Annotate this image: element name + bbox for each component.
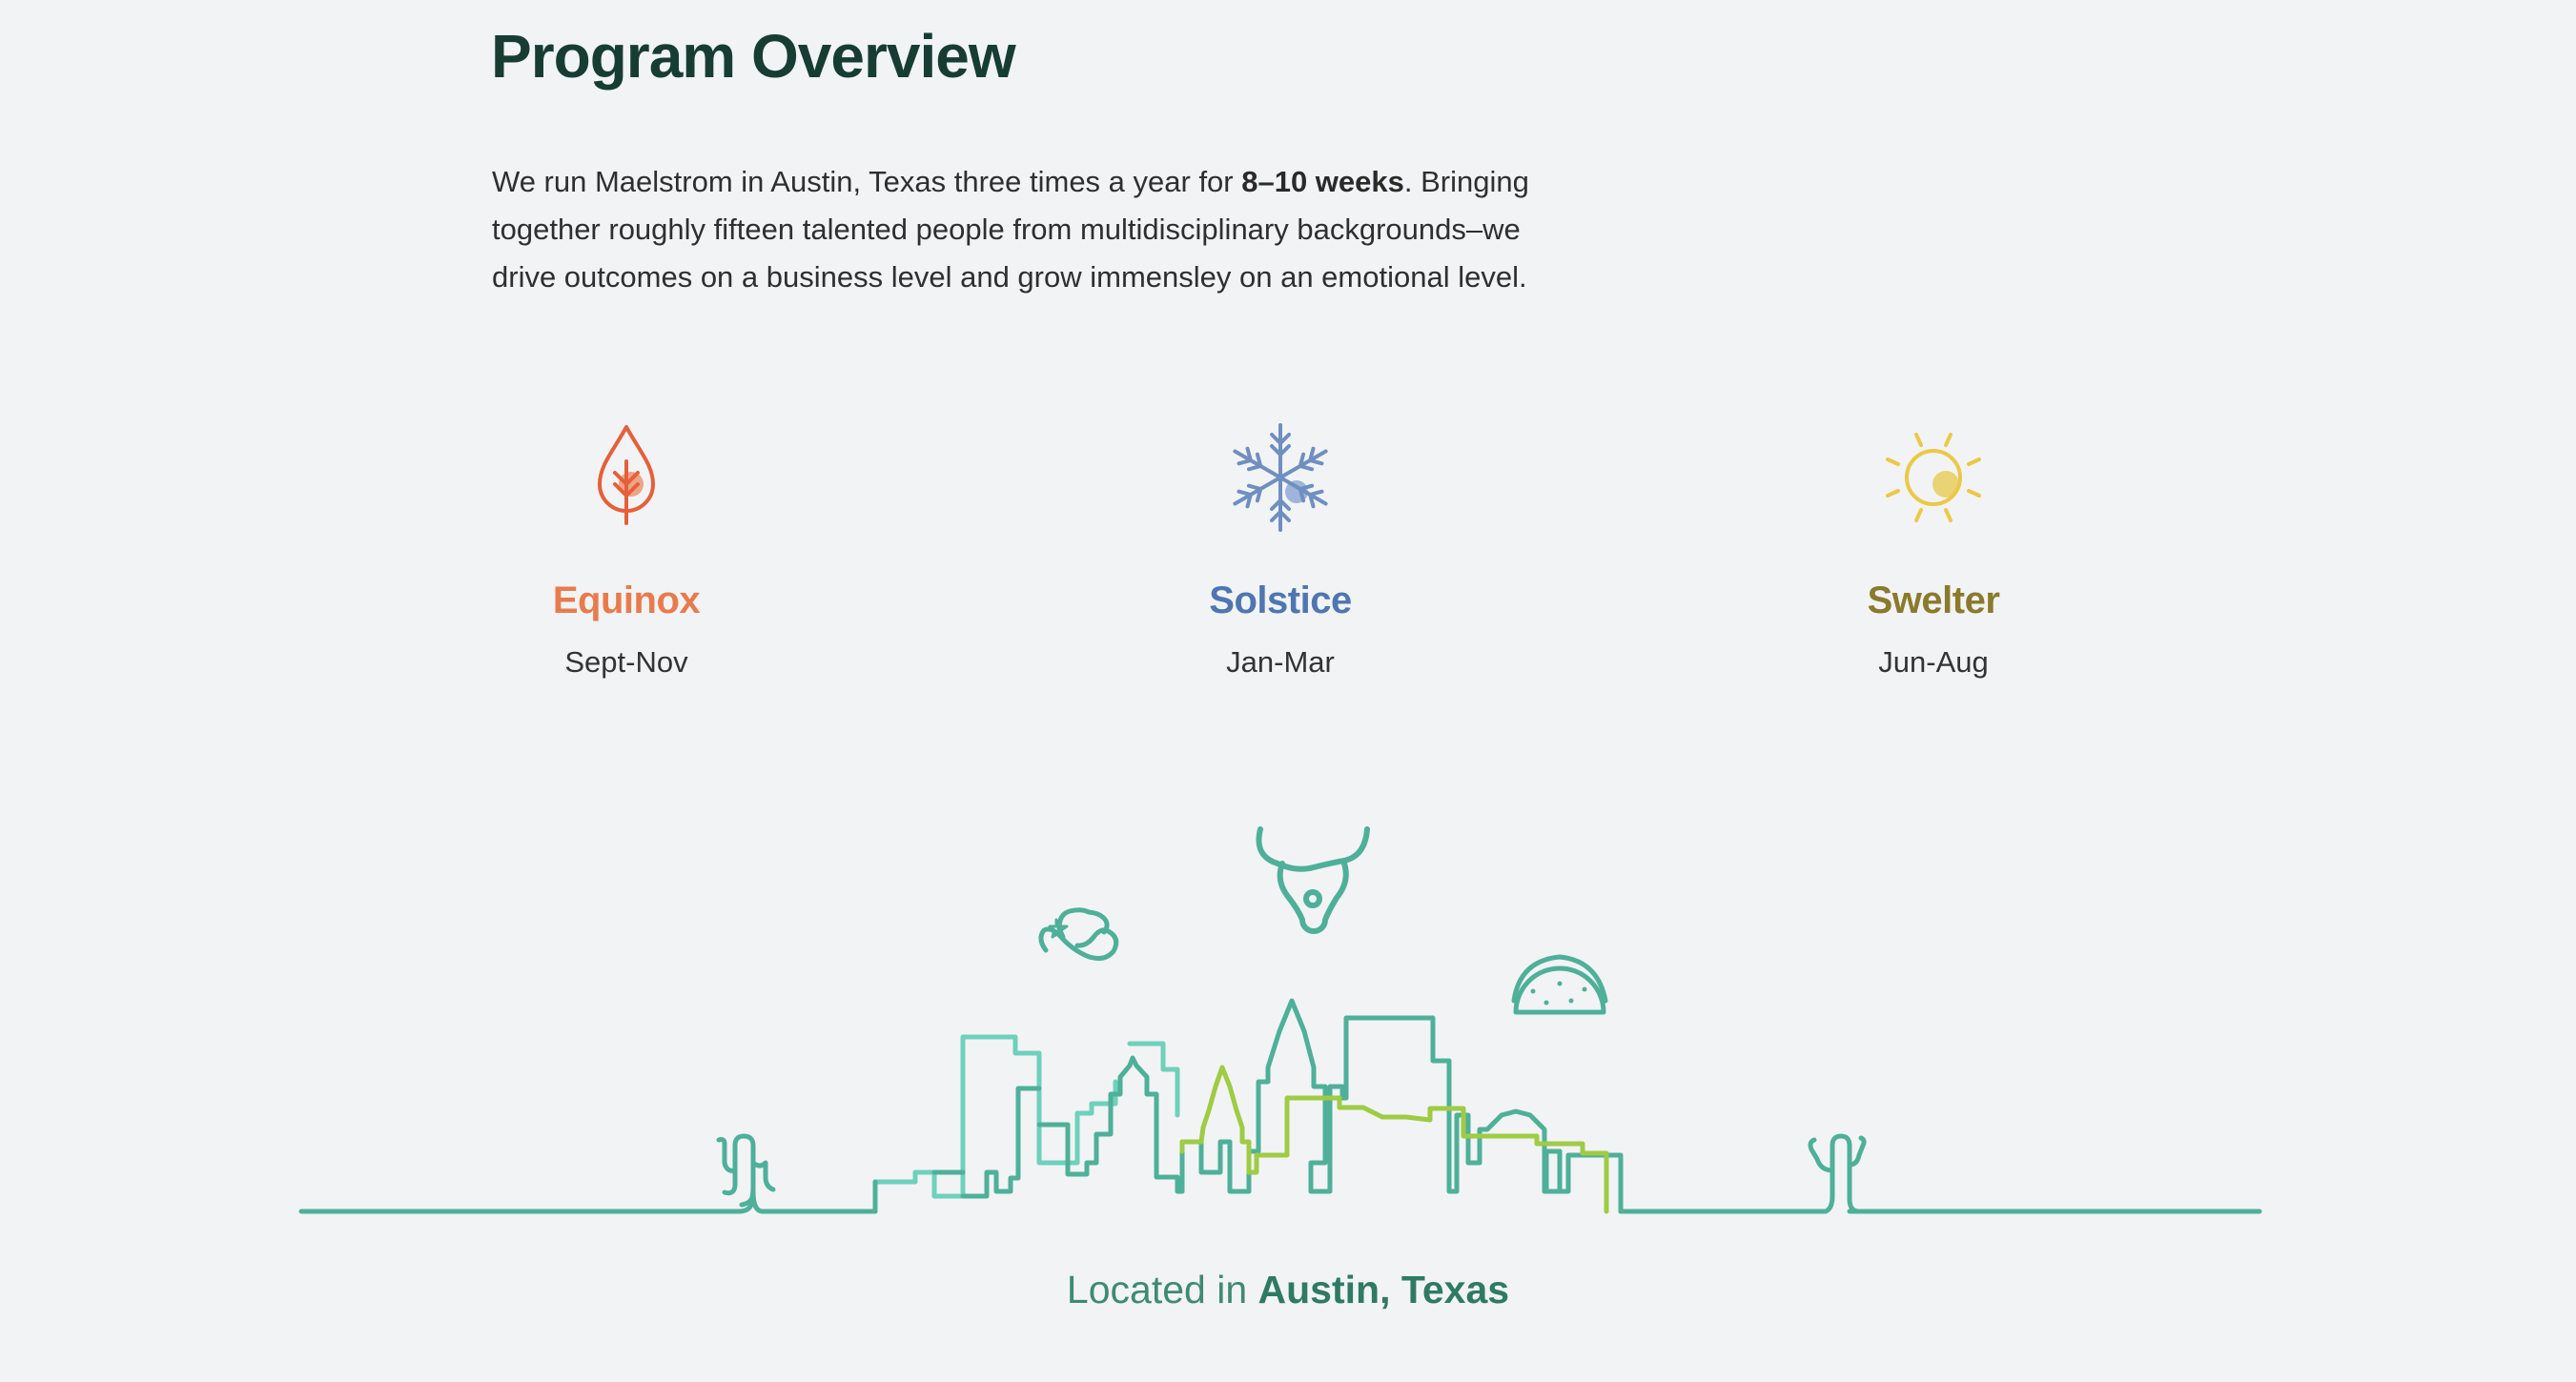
longhorn-icon (1256, 826, 1370, 934)
leaf-drop-icon (598, 425, 655, 525)
intro-paragraph: We run Maelstrom in Austin, Texas three … (492, 158, 1588, 301)
snowflake-icon (1228, 423, 1333, 532)
season-swelter: Swelter Jun-Aug (1743, 416, 2124, 680)
season-name: Swelter (1867, 579, 2000, 621)
location-prefix: Located in (1066, 1268, 1258, 1311)
intro-duration: 8–10 weeks (1241, 165, 1404, 198)
ground-line (298, 1202, 754, 1214)
intro-text-start: We run Maelstrom in Austin, Texas three … (492, 165, 1242, 198)
location-place: Austin, Texas (1257, 1268, 1510, 1311)
season-solstice: Solstice Jan-Mar (1090, 416, 1471, 680)
location-caption: Located in Austin, Texas (0, 1268, 2576, 1312)
season-months: Jan-Mar (1226, 645, 1335, 679)
season-months: Sept-Nov (564, 645, 688, 679)
austin-skyline-illustration (298, 826, 2262, 1214)
season-months: Jun-Aug (1878, 645, 1989, 679)
season-name: Solstice (1209, 579, 1352, 621)
page-title: Program Overview (491, 22, 1016, 91)
cowboy-hat-icon (1038, 907, 1119, 962)
season-name: Equinox (552, 579, 701, 621)
cactus-icon (1808, 1133, 1867, 1214)
sun-icon (1886, 433, 1981, 522)
taco-dots (1530, 981, 1587, 1006)
season-equinox: Equinox Sept-Nov (436, 416, 817, 680)
cactus-icon (716, 1133, 776, 1214)
